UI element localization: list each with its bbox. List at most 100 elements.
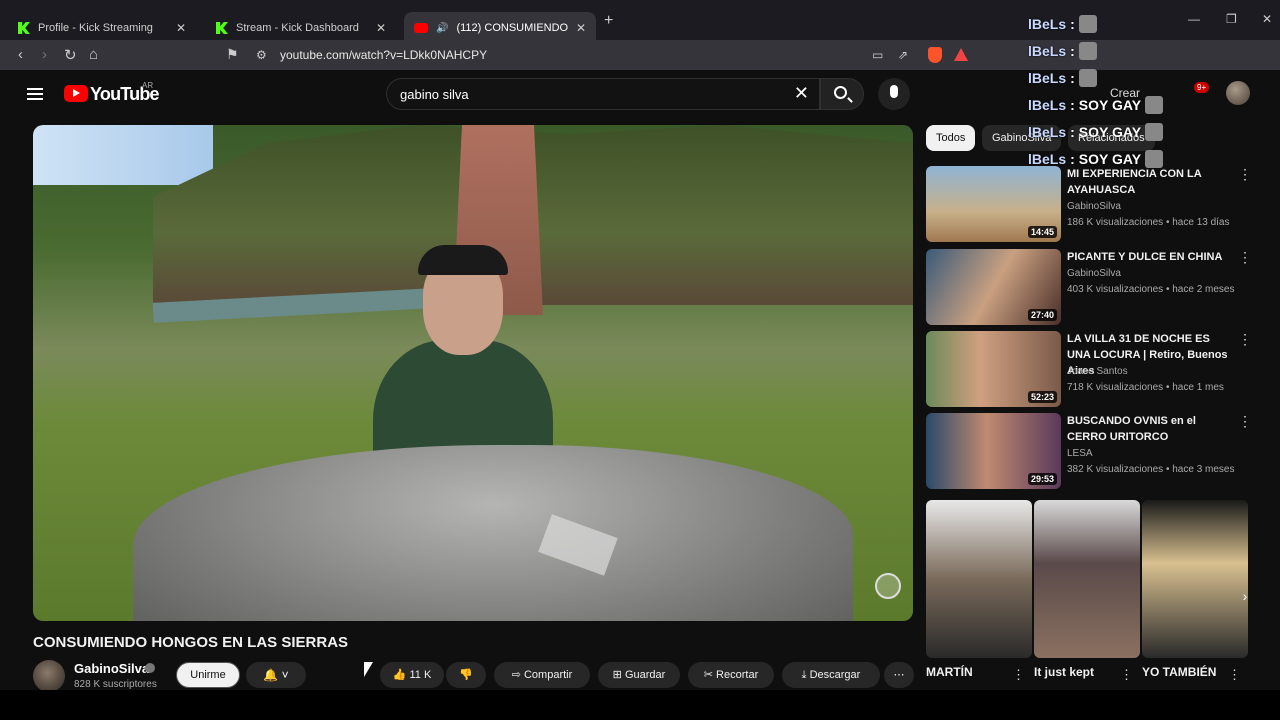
channel-avatar[interactable] <box>33 660 65 692</box>
video-title: CONSUMIENDO HONGOS EN LAS SIERRAS <box>33 634 349 651</box>
close-tab-icon[interactable]: ✕ <box>176 21 186 35</box>
chat-separator: : <box>1070 123 1075 140</box>
clear-search-icon[interactable]: ✕ <box>794 83 809 104</box>
chat-username: lBeLs <box>1028 150 1067 167</box>
download-icon: ⤓ <box>801 669 810 681</box>
rec-channel[interactable]: GabinoSilva <box>1067 268 1121 279</box>
chat-username: lBeLs <box>1028 123 1067 140</box>
chat-message: lBeLs: SOY GAY <box>1028 145 1268 172</box>
share-page-icon[interactable]: ⇗ <box>898 48 908 62</box>
recommendation-item[interactable]: 14:45 MI EXPERIENCIA CON LA AYAHUASCA Ga… <box>926 166 1256 242</box>
forward-icon[interactable]: › <box>42 46 47 63</box>
video-player[interactable] <box>33 125 913 621</box>
close-tab-icon[interactable]: ✕ <box>376 21 386 35</box>
country-code: AR <box>142 81 154 90</box>
video-thumbnail[interactable]: 29:53 <box>926 413 1061 489</box>
kick-icon <box>18 22 30 34</box>
verified-icon <box>145 663 155 673</box>
brave-rewards-icon[interactable] <box>954 48 968 61</box>
shorts-next-icon[interactable]: › <box>1232 583 1258 609</box>
search-value: gabino silva <box>400 87 469 102</box>
short-title[interactable]: MARTÍN <box>926 665 973 679</box>
short-thumbnail[interactable] <box>1142 500 1248 658</box>
home-icon[interactable]: ⌂ <box>89 46 98 63</box>
more-options-icon[interactable]: ⋮ <box>1238 249 1252 266</box>
chat-separator: : <box>1070 15 1075 32</box>
rec-channel[interactable]: Joaco Santos <box>1067 366 1128 377</box>
chat-text: SOY GAY <box>1078 150 1142 167</box>
cast-icon[interactable]: ▭ <box>872 48 883 62</box>
clip-button[interactable]: ✂ Recortar <box>688 662 774 688</box>
share-label: Compartir <box>523 669 573 681</box>
reload-icon[interactable]: ↻ <box>64 46 77 64</box>
rec-title[interactable]: BUSCANDO OVNIS en el CERRO URITORCO <box>1067 413 1232 445</box>
chat-message: lBeLs: SOY GAY <box>1028 91 1268 118</box>
more-options-icon[interactable]: ⋮ <box>1120 667 1133 683</box>
more-actions-button[interactable]: ⋯ <box>884 662 914 688</box>
save-icon: ⊞ <box>612 669 625 681</box>
save-button[interactable]: ⊞ Guardar <box>598 662 680 688</box>
rec-channel[interactable]: LESA <box>1067 448 1093 459</box>
more-options-icon[interactable]: ⋮ <box>1238 413 1252 430</box>
emote-icon <box>1145 149 1164 168</box>
more-options-icon[interactable]: ⋮ <box>1228 667 1241 683</box>
voice-search-button[interactable] <box>878 78 910 110</box>
channel-name[interactable]: GabinoSilva <box>74 661 149 676</box>
tab-title: Profile - Kick Streaming <box>38 22 153 34</box>
chat-separator: : <box>1070 96 1075 113</box>
download-button[interactable]: ⤓ Descargar <box>782 662 880 688</box>
chat-username: lBeLs <box>1028 15 1067 32</box>
short-title[interactable]: YO TAMBIÉN <box>1142 665 1216 679</box>
recommendation-item[interactable]: 52:23 LA VILLA 31 DE NOCHE ES UNA LOCURA… <box>926 331 1256 407</box>
hamburger-menu-icon[interactable] <box>27 88 43 100</box>
chat-separator: : <box>1070 42 1075 59</box>
rec-title[interactable]: PICANTE Y DULCE EN CHINA <box>1067 249 1232 265</box>
dislike-button[interactable]: 👎 <box>446 662 486 688</box>
share-button[interactable]: ⇨ Compartir <box>494 662 590 688</box>
speaker-icon: 🔊 <box>436 22 449 34</box>
more-options-icon[interactable]: ⋮ <box>1238 331 1252 348</box>
chat-username: lBeLs <box>1028 96 1067 113</box>
person-cap <box>418 245 508 275</box>
video-duration: 52:23 <box>1027 391 1057 403</box>
video-duration: 29:53 <box>1027 473 1057 485</box>
mouse-cursor <box>364 662 373 677</box>
brave-shield-icon[interactable] <box>928 47 942 63</box>
like-button[interactable]: 👍 11 K <box>380 662 444 688</box>
close-tab-icon[interactable]: ✕ <box>576 21 586 35</box>
new-tab-button[interactable]: + <box>604 12 613 30</box>
chip-todos[interactable]: Todos <box>926 125 976 151</box>
bookmark-icon[interactable]: ⚑ <box>226 46 239 63</box>
rec-meta: 382 K visualizaciones • hace 3 meses <box>1067 464 1235 475</box>
url-field[interactable]: youtube.com/watch?v=LDkk0NAHCPY <box>280 48 487 62</box>
video-frame-rock <box>133 445 853 621</box>
download-label: Descargar <box>809 669 861 681</box>
like-count: 11 K <box>409 669 432 681</box>
chat-message: lBeLs: <box>1028 37 1268 64</box>
short-thumbnail[interactable] <box>1034 500 1140 658</box>
search-input[interactable]: gabino silva ✕ <box>386 78 820 110</box>
video-thumbnail[interactable]: 27:40 <box>926 249 1061 325</box>
site-info-icon[interactable]: ⚙ <box>256 48 267 62</box>
back-icon[interactable]: ‹ <box>18 46 23 63</box>
stream-chat-overlay: lBeLs: lBeLs: lBeLs: lBeLs: SOY GAY lBeL… <box>1028 10 1268 172</box>
video-thumbnail[interactable]: 14:45 <box>926 166 1061 242</box>
recommendation-item[interactable]: 27:40 PICANTE Y DULCE EN CHINA GabinoSil… <box>926 249 1256 325</box>
subscribed-bell-button[interactable]: 🔔 ˅ <box>246 662 306 688</box>
mic-icon <box>890 85 898 98</box>
more-options-icon[interactable]: ⋮ <box>1012 667 1025 683</box>
clip-label: Recortar <box>716 669 759 681</box>
recommendation-item[interactable]: 29:53 BUSCANDO OVNIS en el CERRO URITORC… <box>926 413 1256 489</box>
emote-icon <box>1078 41 1097 60</box>
join-button[interactable]: Unirme <box>176 662 240 688</box>
rec-channel[interactable]: GabinoSilva <box>1067 201 1121 212</box>
chat-message: lBeLs: <box>1028 64 1268 91</box>
video-thumbnail[interactable]: 52:23 <box>926 331 1061 407</box>
youtube-logo-icon[interactable] <box>64 85 88 102</box>
emote-icon <box>1145 122 1164 141</box>
search-button[interactable] <box>820 78 864 110</box>
short-thumbnail[interactable] <box>926 500 1032 658</box>
short-title[interactable]: It just kept <box>1034 665 1094 679</box>
search-icon <box>834 86 847 99</box>
share-icon: ⇨ <box>511 669 524 681</box>
